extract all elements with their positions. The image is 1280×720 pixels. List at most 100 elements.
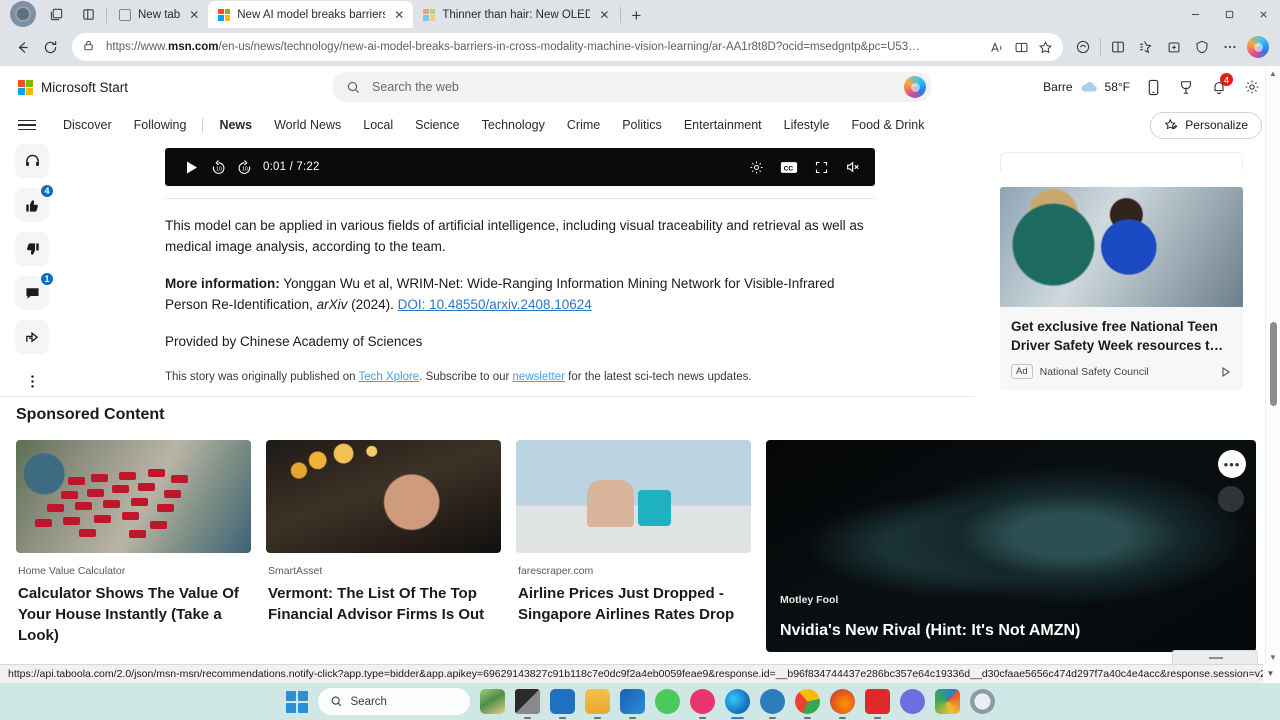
nav-item-food-drink[interactable]: Food & Drink	[841, 118, 936, 132]
scrollbar-thumb[interactable]	[1270, 322, 1277, 406]
start-button[interactable]	[285, 690, 308, 713]
acrobat-icon[interactable]	[864, 689, 890, 719]
close-button[interactable]	[1246, 0, 1280, 28]
file-explorer-icon[interactable]	[584, 689, 610, 719]
minimize-button[interactable]	[1178, 0, 1212, 28]
scroll-down-arrow[interactable]: ▼	[1266, 650, 1280, 664]
rewind-10-icon[interactable]: 10	[205, 159, 231, 176]
ad-play-icon[interactable]	[1220, 366, 1232, 378]
taskbar-search-box[interactable]: Search	[317, 688, 470, 715]
split-screen-icon[interactable]	[75, 1, 101, 27]
fullscreen-icon[interactable]	[814, 160, 829, 175]
nav-item-news[interactable]: News	[208, 118, 263, 132]
camera-icon[interactable]	[689, 689, 715, 719]
sidebar-ad-card[interactable]: Get exclusive free National Teen Driver …	[1000, 187, 1243, 390]
microsoft-store-icon[interactable]	[549, 689, 575, 719]
more-options-button[interactable]	[15, 364, 49, 398]
share-button[interactable]	[15, 320, 49, 354]
nav-item-local[interactable]: Local	[352, 118, 404, 132]
gear-icon[interactable]	[1242, 77, 1262, 97]
collections-icon[interactable]	[1160, 33, 1188, 61]
vertical-scrollbar[interactable]: ▲ ▼	[1265, 66, 1280, 664]
tab-new-tab[interactable]: New tab ✕	[109, 1, 208, 28]
address-bar[interactable]: https://www.msn.com/en-us/news/technolog…	[72, 33, 1063, 61]
scroll-up-arrow[interactable]: ▲	[1266, 66, 1280, 80]
gallery-icon[interactable]	[934, 689, 960, 714]
close-icon[interactable]: ✕	[597, 7, 611, 23]
maximize-button[interactable]	[1212, 0, 1246, 28]
forward-10-icon[interactable]: 10	[231, 159, 257, 176]
tab-actions-icon[interactable]	[43, 1, 69, 27]
wechat-icon[interactable]	[654, 689, 680, 714]
new-tab-button[interactable]: +	[623, 6, 649, 28]
read-aloud-icon[interactable]	[985, 36, 1009, 58]
sponsored-card[interactable]: SmartAsset Vermont: The List Of The Top …	[266, 440, 501, 652]
search-icon	[331, 696, 341, 707]
weather-widget[interactable]: Barre 58°F	[1043, 80, 1130, 94]
newsletter-link[interactable]: newsletter	[513, 371, 565, 383]
notifications-icon[interactable]: 4	[1209, 73, 1233, 97]
status-dropdown-icon[interactable]: ▼	[1263, 664, 1278, 683]
nav-item-technology[interactable]: Technology	[471, 118, 556, 132]
card-title[interactable]: Airline Prices Just Dropped - Singapore …	[518, 583, 749, 625]
tab-oled-article[interactable]: Thinner than hair: New OLED pro ✕	[413, 1, 618, 28]
mobile-app-icon[interactable]	[1143, 77, 1163, 97]
nav-item-crime[interactable]: Crime	[556, 118, 611, 132]
closed-captions-icon[interactable]: CC	[780, 161, 798, 174]
video-settings-icon[interactable]	[749, 160, 764, 175]
close-icon[interactable]: ✕	[392, 7, 406, 23]
chrome-icon[interactable]	[794, 689, 820, 719]
reading-mode-icon[interactable]	[1009, 36, 1033, 58]
more-options-icon[interactable]: •••	[1218, 450, 1246, 478]
favorite-star-icon[interactable]	[1033, 36, 1057, 58]
search-input[interactable]: Search the web	[332, 72, 932, 102]
sponsored-card[interactable]: Motley Fool Nvidia's New Rival (Hint: It…	[766, 440, 1256, 652]
card-title[interactable]: Calculator Shows The Value Of Your House…	[18, 583, 249, 646]
card-title[interactable]: Vermont: The List Of The Top Financial A…	[268, 583, 499, 625]
tab-msn-article[interactable]: New AI model breaks barriers in c ✕	[208, 1, 414, 28]
nav-item-discover[interactable]: Discover	[52, 118, 123, 132]
msn-brand[interactable]: Microsoft Start	[18, 79, 318, 95]
outlook-icon[interactable]	[619, 689, 645, 719]
rewards-icon[interactable]	[1176, 77, 1196, 97]
tech-xplore-link[interactable]: Tech Xplore	[358, 371, 419, 383]
copilot-button[interactable]	[1244, 33, 1272, 61]
nav-item-lifestyle[interactable]: Lifestyle	[773, 118, 841, 132]
nav-item-politics[interactable]: Politics	[611, 118, 673, 132]
back-icon[interactable]	[8, 33, 36, 61]
split-screen-icon[interactable]	[1104, 33, 1132, 61]
app-blue-icon[interactable]	[759, 689, 785, 719]
settings-icon[interactable]	[969, 689, 995, 714]
favorites-icon[interactable]	[1132, 33, 1160, 61]
refresh-icon[interactable]	[36, 33, 64, 61]
copilot-icon[interactable]	[904, 76, 926, 98]
browser-essentials-icon[interactable]	[1188, 33, 1216, 61]
copilot-sidebar-icon[interactable]	[1069, 33, 1097, 61]
listen-button[interactable]	[15, 144, 49, 178]
menu-icon[interactable]	[18, 119, 36, 131]
settings-more-icon[interactable]	[1216, 33, 1244, 61]
close-icon[interactable]: ✕	[187, 7, 201, 23]
firefox-icon[interactable]	[829, 689, 855, 719]
discord-icon[interactable]	[899, 689, 925, 714]
doi-link[interactable]: DOI: 10.48550/arxiv.2408.10624	[398, 297, 592, 312]
tab-title: Thinner than hair: New OLED pro	[442, 8, 591, 21]
play-icon[interactable]	[179, 160, 205, 175]
thumbs-up-button[interactable]: 4	[15, 183, 55, 222]
nav-item-entertainment[interactable]: Entertainment	[673, 118, 773, 132]
nav-item-science[interactable]: Science	[404, 118, 470, 132]
mute-icon[interactable]	[845, 159, 861, 175]
comments-button[interactable]: 1	[15, 271, 55, 310]
nav-item-world-news[interactable]: World News	[263, 118, 352, 132]
sponsored-card[interactable]: Home Value Calculator Calculator Shows T…	[16, 440, 251, 652]
file-manager-icon[interactable]	[514, 689, 540, 719]
thumbs-down-button[interactable]	[15, 232, 49, 266]
personalize-button[interactable]: Personalize	[1150, 111, 1262, 139]
card-title[interactable]: Nvidia's New Rival (Hint: It's Not AMZN)	[780, 622, 1080, 640]
microsoft-logo-icon	[423, 8, 436, 21]
sponsored-card[interactable]: farescraper.com Airline Prices Just Drop…	[516, 440, 751, 652]
edge-icon[interactable]	[724, 689, 750, 719]
nav-item-following[interactable]: Following	[123, 118, 198, 132]
profile-avatar[interactable]	[10, 1, 36, 27]
widgets-icon[interactable]	[479, 689, 505, 714]
